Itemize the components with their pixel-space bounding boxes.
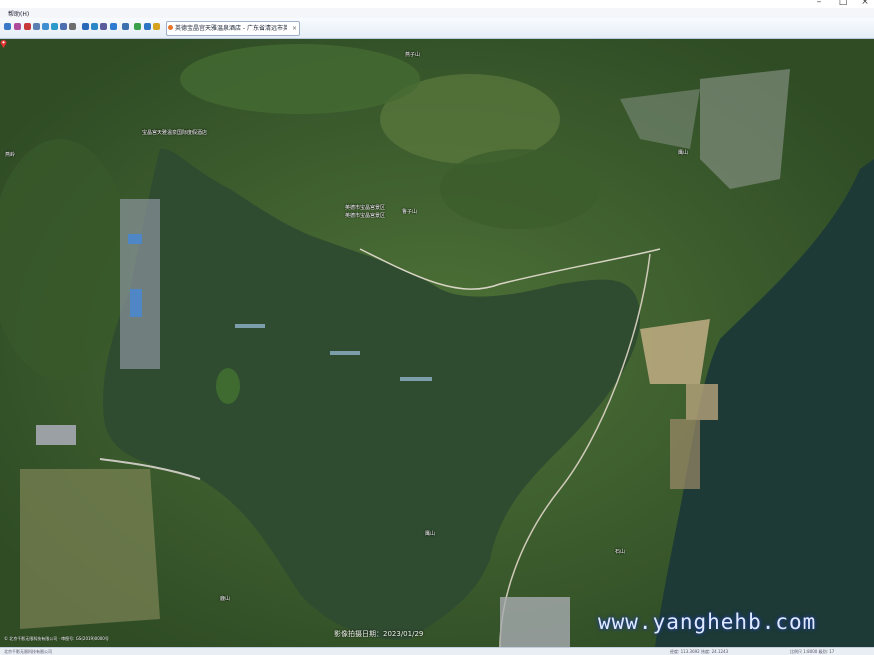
circle-icon[interactable] (51, 23, 58, 30)
print-icon[interactable] (122, 23, 129, 30)
map-label-hotel: 宝晶宫天雅温泉国际度假酒店 (142, 130, 208, 136)
building-block (36, 425, 76, 445)
map-label-yanzishan: 燕子山 (405, 52, 421, 58)
satellite-imagery (0, 39, 874, 647)
location-tab[interactable]: 英德宝晶宫天雅温泉酒店 - 广东省清远市英德市 × (166, 21, 300, 36)
quarry-area (700, 69, 790, 189)
status-scale: 比例尺 1:8000 级别: 17 (790, 649, 835, 654)
polygon-icon[interactable] (33, 23, 40, 30)
island (216, 368, 240, 404)
search-icon (168, 25, 173, 30)
map-label-yingshan-2: 鹰山 (425, 531, 436, 537)
sand-area (640, 319, 710, 384)
map-label-lushan: 鹿山 (220, 596, 231, 602)
barge-group (670, 419, 700, 489)
satellite-map[interactable]: 宝晶宫天雅温泉国际度假酒店 英德市宝晶宫景区 英德市宝晶宫景区 燕子山 鲁子山 … (0, 39, 874, 647)
shield-icon[interactable] (144, 23, 151, 30)
download-icon[interactable] (100, 23, 107, 30)
export-icon[interactable] (110, 23, 117, 30)
watermark: www.yanghehb.com (598, 610, 817, 634)
hotel-buildings (120, 199, 160, 369)
village-buildings (500, 597, 570, 647)
minimize-button[interactable]: – (808, 0, 830, 7)
tab-close-button[interactable]: × (292, 22, 297, 35)
location-pin-icon[interactable] (0, 39, 7, 48)
layer-icon[interactable] (82, 23, 89, 30)
star-icon[interactable] (153, 23, 160, 30)
refresh-icon[interactable] (60, 23, 67, 30)
menu-bar: 帮助(H) (0, 8, 874, 18)
map-label-luzishan: 鲁子山 (402, 209, 418, 215)
map-label-yanling: 燕岭 (5, 152, 16, 158)
location-tab-label: 英德宝晶宫天雅温泉酒店 - 广东省清远市英德市 (175, 25, 287, 32)
clock-icon[interactable] (69, 23, 76, 30)
line-icon[interactable] (24, 23, 31, 30)
copyright-text: © 北京千影无限科技有限公司 · 审图号: GS(2019)0000号 (4, 636, 109, 641)
tools-icon[interactable] (134, 23, 141, 30)
map-label-shishan: 石山 (615, 549, 626, 555)
back-icon[interactable] (4, 23, 11, 30)
status-coordinates: 经度: 113.3692 纬度: 24.1243 (670, 649, 729, 654)
status-company: 北京千影无限科技有限公司 (4, 649, 52, 654)
map-label-yingshan-1: 鹰山 (678, 150, 689, 156)
farmland-area (20, 469, 160, 629)
grid-icon[interactable] (91, 23, 98, 30)
capture-date: 影像拍摄日期：2023/01/29 (334, 630, 424, 638)
map-label-scenic-2: 英德市宝晶宫景区 (345, 213, 386, 219)
draw-icon[interactable] (14, 23, 21, 30)
barge-dock (686, 384, 718, 420)
measure-icon[interactable] (42, 23, 49, 30)
map-label-scenic-1: 英德市宝晶宫景区 (345, 205, 386, 211)
toolbar: 英德宝晶宫天雅温泉酒店 - 广东省清远市英德市 × (0, 18, 874, 39)
menu-help[interactable]: 帮助(H) (8, 9, 29, 18)
close-button[interactable]: × (854, 0, 874, 7)
maximize-button[interactable]: □ (832, 0, 854, 7)
